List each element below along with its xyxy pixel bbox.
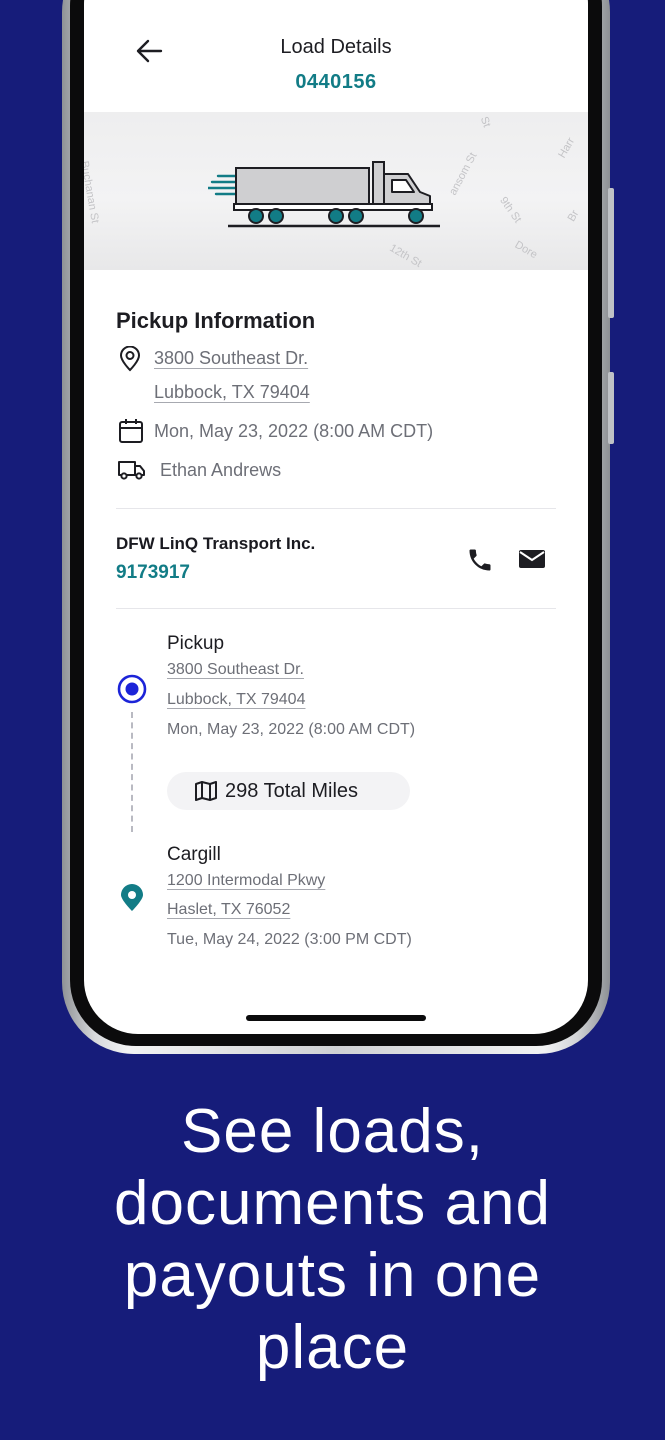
phone-side-button [608,372,614,444]
street-label: ansom St [447,150,480,198]
street-label: St [477,115,493,129]
carrier-id: 9173917 [116,562,190,583]
pickup-marker-icon [117,674,147,709]
divider [116,608,556,609]
map-icon [195,781,217,801]
truck-icon [118,459,146,486]
street-label: Dore [512,238,540,262]
pickup-address-line2[interactable]: Lubbock, TX 79404 [154,382,310,403]
divider [116,508,556,509]
dropoff-stop-name: Cargill [167,844,221,865]
pickup-address-line1[interactable]: 3800 Southeast Dr. [154,348,308,369]
caption-line: payouts in one [123,1241,542,1310]
dropoff-stop-address-line2[interactable]: Haslet, TX 76052 [167,901,290,919]
caption-line: place [255,1313,410,1382]
total-miles-pill: 298 Total Miles [167,772,410,810]
pickup-datetime: Mon, May 23, 2022 (8:00 AM CDT) [154,421,434,441]
pickup-stop-address-line2[interactable]: Lubbock, TX 79404 [167,691,305,709]
map-banner: Buchanan St St ansom St 9th St Harr Br 1… [84,112,588,270]
phone-icon[interactable] [466,546,494,579]
caption-text: See loads, documents and payouts in one … [0,1096,665,1384]
home-indicator[interactable] [246,1015,426,1021]
pickup-stop-name: Pickup [167,633,225,654]
email-icon[interactable] [518,548,546,575]
street-label: Harr [556,135,578,161]
carrier-name: DFW LinQ Transport Inc. [116,534,316,553]
street-label: Br [565,208,582,224]
caption-line: See loads, [181,1097,484,1166]
caption-line: documents and [114,1169,551,1238]
route-dashed-line [131,712,133,832]
driver-name: Ethan Andrews [160,460,282,480]
street-label: 9th St [497,194,524,226]
app-screen: Load Details 0440156 Buchanan St St anso… [84,0,588,1034]
street-label: Buchanan St [84,160,101,225]
pickup-stop-datetime: Mon, May 23, 2022 (8:00 AM CDT) [167,721,416,738]
dropoff-pin-icon [120,884,144,917]
phone-side-button [608,188,614,318]
dropoff-stop-datetime: Tue, May 24, 2022 (3:00 PM CDT) [167,931,412,948]
truck-illustration [208,161,440,228]
location-pin-icon [118,345,142,377]
total-miles: 298 Total Miles [225,779,359,802]
dropoff-stop-address-line1[interactable]: 1200 Intermodal Pkwy [167,872,325,890]
street-label: 12th St [387,242,424,270]
page-title: Load Details [280,36,392,58]
pickup-information-heading: Pickup Information [116,308,316,333]
load-id: 0440156 [295,71,377,93]
pickup-stop-address-line1[interactable]: 3800 Southeast Dr. [167,661,304,679]
calendar-icon [118,418,144,449]
